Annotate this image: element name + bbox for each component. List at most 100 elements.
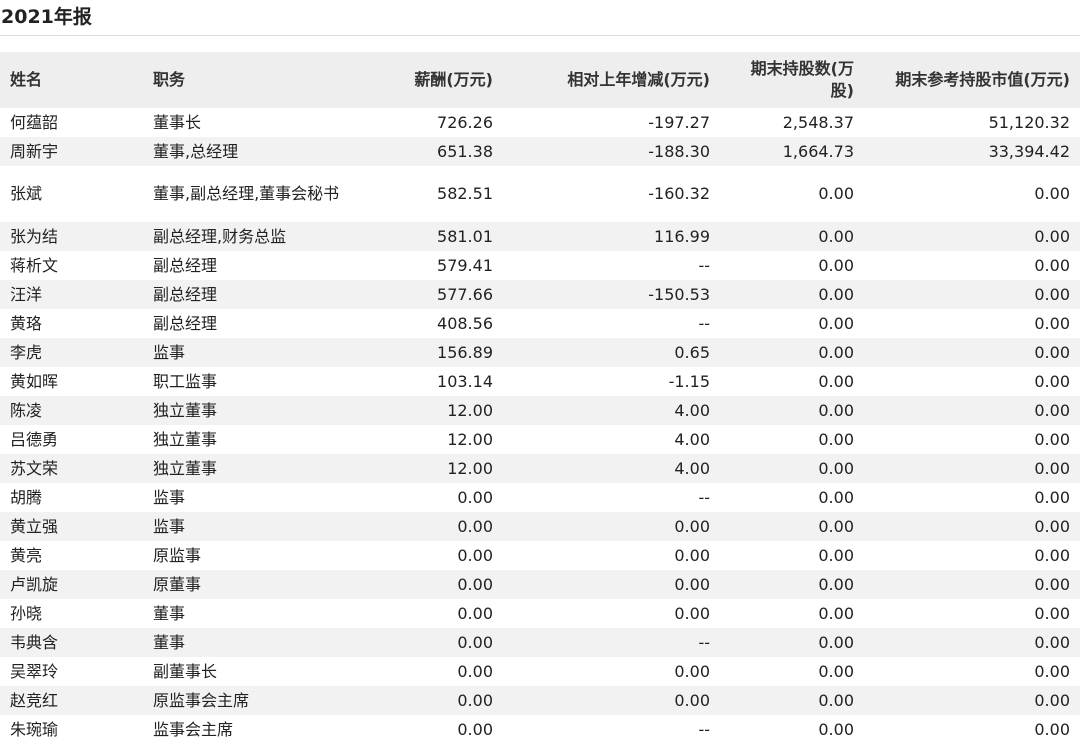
cell-position: 董事长: [153, 112, 202, 132]
table-row: 何蕴韶 董事长 726.26 -197.27 2,548.37 51,120.32: [0, 108, 1080, 137]
cell-change: --: [503, 628, 720, 657]
cell-shares: 0.00: [818, 661, 854, 681]
table-row: 黄立强 监事 0.00 0.00 0.00 0.00: [0, 512, 1080, 541]
cell-shares: 0.00: [818, 313, 854, 333]
cell-market-value: 0.00: [864, 222, 1080, 251]
cell-market-value: 0.00: [1034, 661, 1070, 681]
cell-name: 张为结: [0, 222, 143, 251]
cell-market-value: 0.00: [1034, 545, 1070, 565]
cell-salary: 0.00: [457, 719, 493, 739]
table-row: 黄亮 原监事 0.00 0.00 0.00 0.00: [0, 541, 1080, 570]
cell-shares: 0.00: [818, 371, 854, 391]
cell-change: -150.53: [503, 280, 720, 309]
cell-market-value: 33,394.42: [864, 137, 1080, 166]
cell-change: 0.00: [674, 603, 710, 623]
header-market-value: 期末参考持股市值(万元): [864, 52, 1080, 108]
cell-name: 汪洋: [0, 280, 143, 309]
cell-position: 副总经理,财务总监: [143, 222, 363, 251]
table-row: 苏文荣 独立董事 12.00 4.00 0.00 0.00: [0, 454, 1080, 483]
cell-change: -1.15: [668, 371, 710, 391]
cell-change: 4.00: [503, 396, 720, 425]
cell-salary: 0.00: [363, 570, 503, 599]
cell-change: 0.00: [674, 661, 710, 681]
cell-change: 0.00: [503, 570, 720, 599]
cell-change: --: [698, 719, 710, 739]
cell-position: 副董事长: [153, 661, 218, 681]
cell-salary: 12.00: [447, 429, 493, 449]
cell-position: 独立董事: [143, 454, 363, 483]
report-title: 2021年报: [0, 0, 1080, 36]
executive-compensation-table: 姓名 职务 薪酬(万元) 相对上年增减(万元) 期末持股数(万股) 期末参考持股…: [0, 52, 1080, 744]
cell-market-value: 0.00: [864, 570, 1080, 599]
cell-name: 吴翠玲: [10, 661, 59, 681]
cell-name: 蒋析文: [10, 255, 59, 275]
cell-name: 苏文荣: [0, 454, 143, 483]
cell-shares: 0.00: [720, 280, 864, 309]
table-row: 黄如晖 职工监事 103.14 -1.15 0.00 0.00: [0, 367, 1080, 396]
cell-salary: 12.00: [363, 454, 503, 483]
table-row: 周新宇 董事,总经理 651.38 -188.30 1,664.73 33,394.42: [0, 137, 1080, 166]
cell-market-value: 0.00: [864, 338, 1080, 367]
cell-salary: 581.01: [363, 222, 503, 251]
table-row: 胡腾 监事 0.00 -- 0.00 0.00: [0, 483, 1080, 512]
cell-salary: 651.38: [363, 137, 503, 166]
cell-shares: 0.00: [720, 570, 864, 599]
cell-salary: 726.26: [437, 112, 493, 132]
cell-change: 0.00: [503, 686, 720, 715]
cell-name: 黄亮: [10, 545, 43, 565]
cell-market-value: 0.00: [1034, 184, 1070, 203]
cell-salary: 0.00: [457, 603, 493, 623]
cell-name: 朱琬瑜: [10, 719, 59, 739]
cell-change: --: [698, 255, 710, 275]
table-row: 吕德勇 独立董事 12.00 4.00 0.00 0.00: [0, 425, 1080, 454]
cell-change: 0.00: [503, 512, 720, 541]
table-row: 蒋析文 副总经理 579.41 -- 0.00 0.00: [0, 251, 1080, 280]
header-position: 职务: [143, 52, 363, 108]
table-row: 李虎 监事 156.89 0.65 0.00 0.00: [0, 338, 1080, 367]
cell-market-value: 0.00: [864, 628, 1080, 657]
cell-salary: 579.41: [437, 255, 493, 275]
cell-shares: 0.00: [818, 545, 854, 565]
cell-name: 胡腾: [10, 487, 43, 507]
cell-name: 黄珞: [10, 313, 43, 333]
cell-position: 监事: [143, 338, 363, 367]
cell-change: -197.27: [648, 112, 710, 132]
cell-shares: 0.00: [720, 686, 864, 715]
cell-name: 卢凯旋: [0, 570, 143, 599]
cell-position: 副总经理: [153, 313, 218, 333]
cell-position: 独立董事: [143, 396, 363, 425]
cell-position: 原董事: [143, 570, 363, 599]
cell-position: 监事会主席: [153, 719, 234, 739]
cell-name: 赵竞红: [0, 686, 143, 715]
cell-salary: 582.51: [437, 184, 493, 203]
cell-position: 职工监事: [153, 371, 218, 391]
cell-market-value: 0.00: [1034, 603, 1070, 623]
cell-name: 张斌: [10, 184, 43, 203]
cell-salary: 0.00: [457, 545, 493, 565]
cell-market-value: 0.00: [1034, 255, 1070, 275]
table-row: 孙晓 董事 0.00 0.00 0.00 0.00: [0, 599, 1080, 628]
cell-shares: 0.00: [720, 628, 864, 657]
cell-shares: 0.00: [720, 222, 864, 251]
cell-name: 黄立强: [0, 512, 143, 541]
table-row: 汪洋 副总经理 577.66 -150.53 0.00 0.00: [0, 280, 1080, 309]
cell-salary: 0.00: [363, 512, 503, 541]
table-row: 吴翠玲 副董事长 0.00 0.00 0.00 0.00: [0, 657, 1080, 686]
cell-change: 0.00: [674, 545, 710, 565]
cell-shares: 0.00: [818, 429, 854, 449]
cell-shares: 0.00: [720, 512, 864, 541]
table-row: 卢凯旋 原董事 0.00 0.00 0.00 0.00: [0, 570, 1080, 599]
header-salary: 薪酬(万元): [363, 52, 503, 108]
cell-position: 副总经理: [143, 280, 363, 309]
cell-market-value: 0.00: [864, 396, 1080, 425]
cell-name: 何蕴韶: [10, 112, 59, 132]
cell-change: 4.00: [503, 454, 720, 483]
header-name: 姓名: [0, 52, 143, 108]
table-row: 张为结 副总经理,财务总监 581.01 116.99 0.00 0.00: [0, 222, 1080, 251]
cell-change: -160.32: [648, 184, 710, 203]
cell-salary: 0.00: [363, 686, 503, 715]
cell-market-value: 0.00: [1034, 719, 1070, 739]
cell-market-value: 0.00: [864, 686, 1080, 715]
cell-shares: 0.00: [818, 184, 854, 203]
cell-position: 董事: [143, 628, 363, 657]
